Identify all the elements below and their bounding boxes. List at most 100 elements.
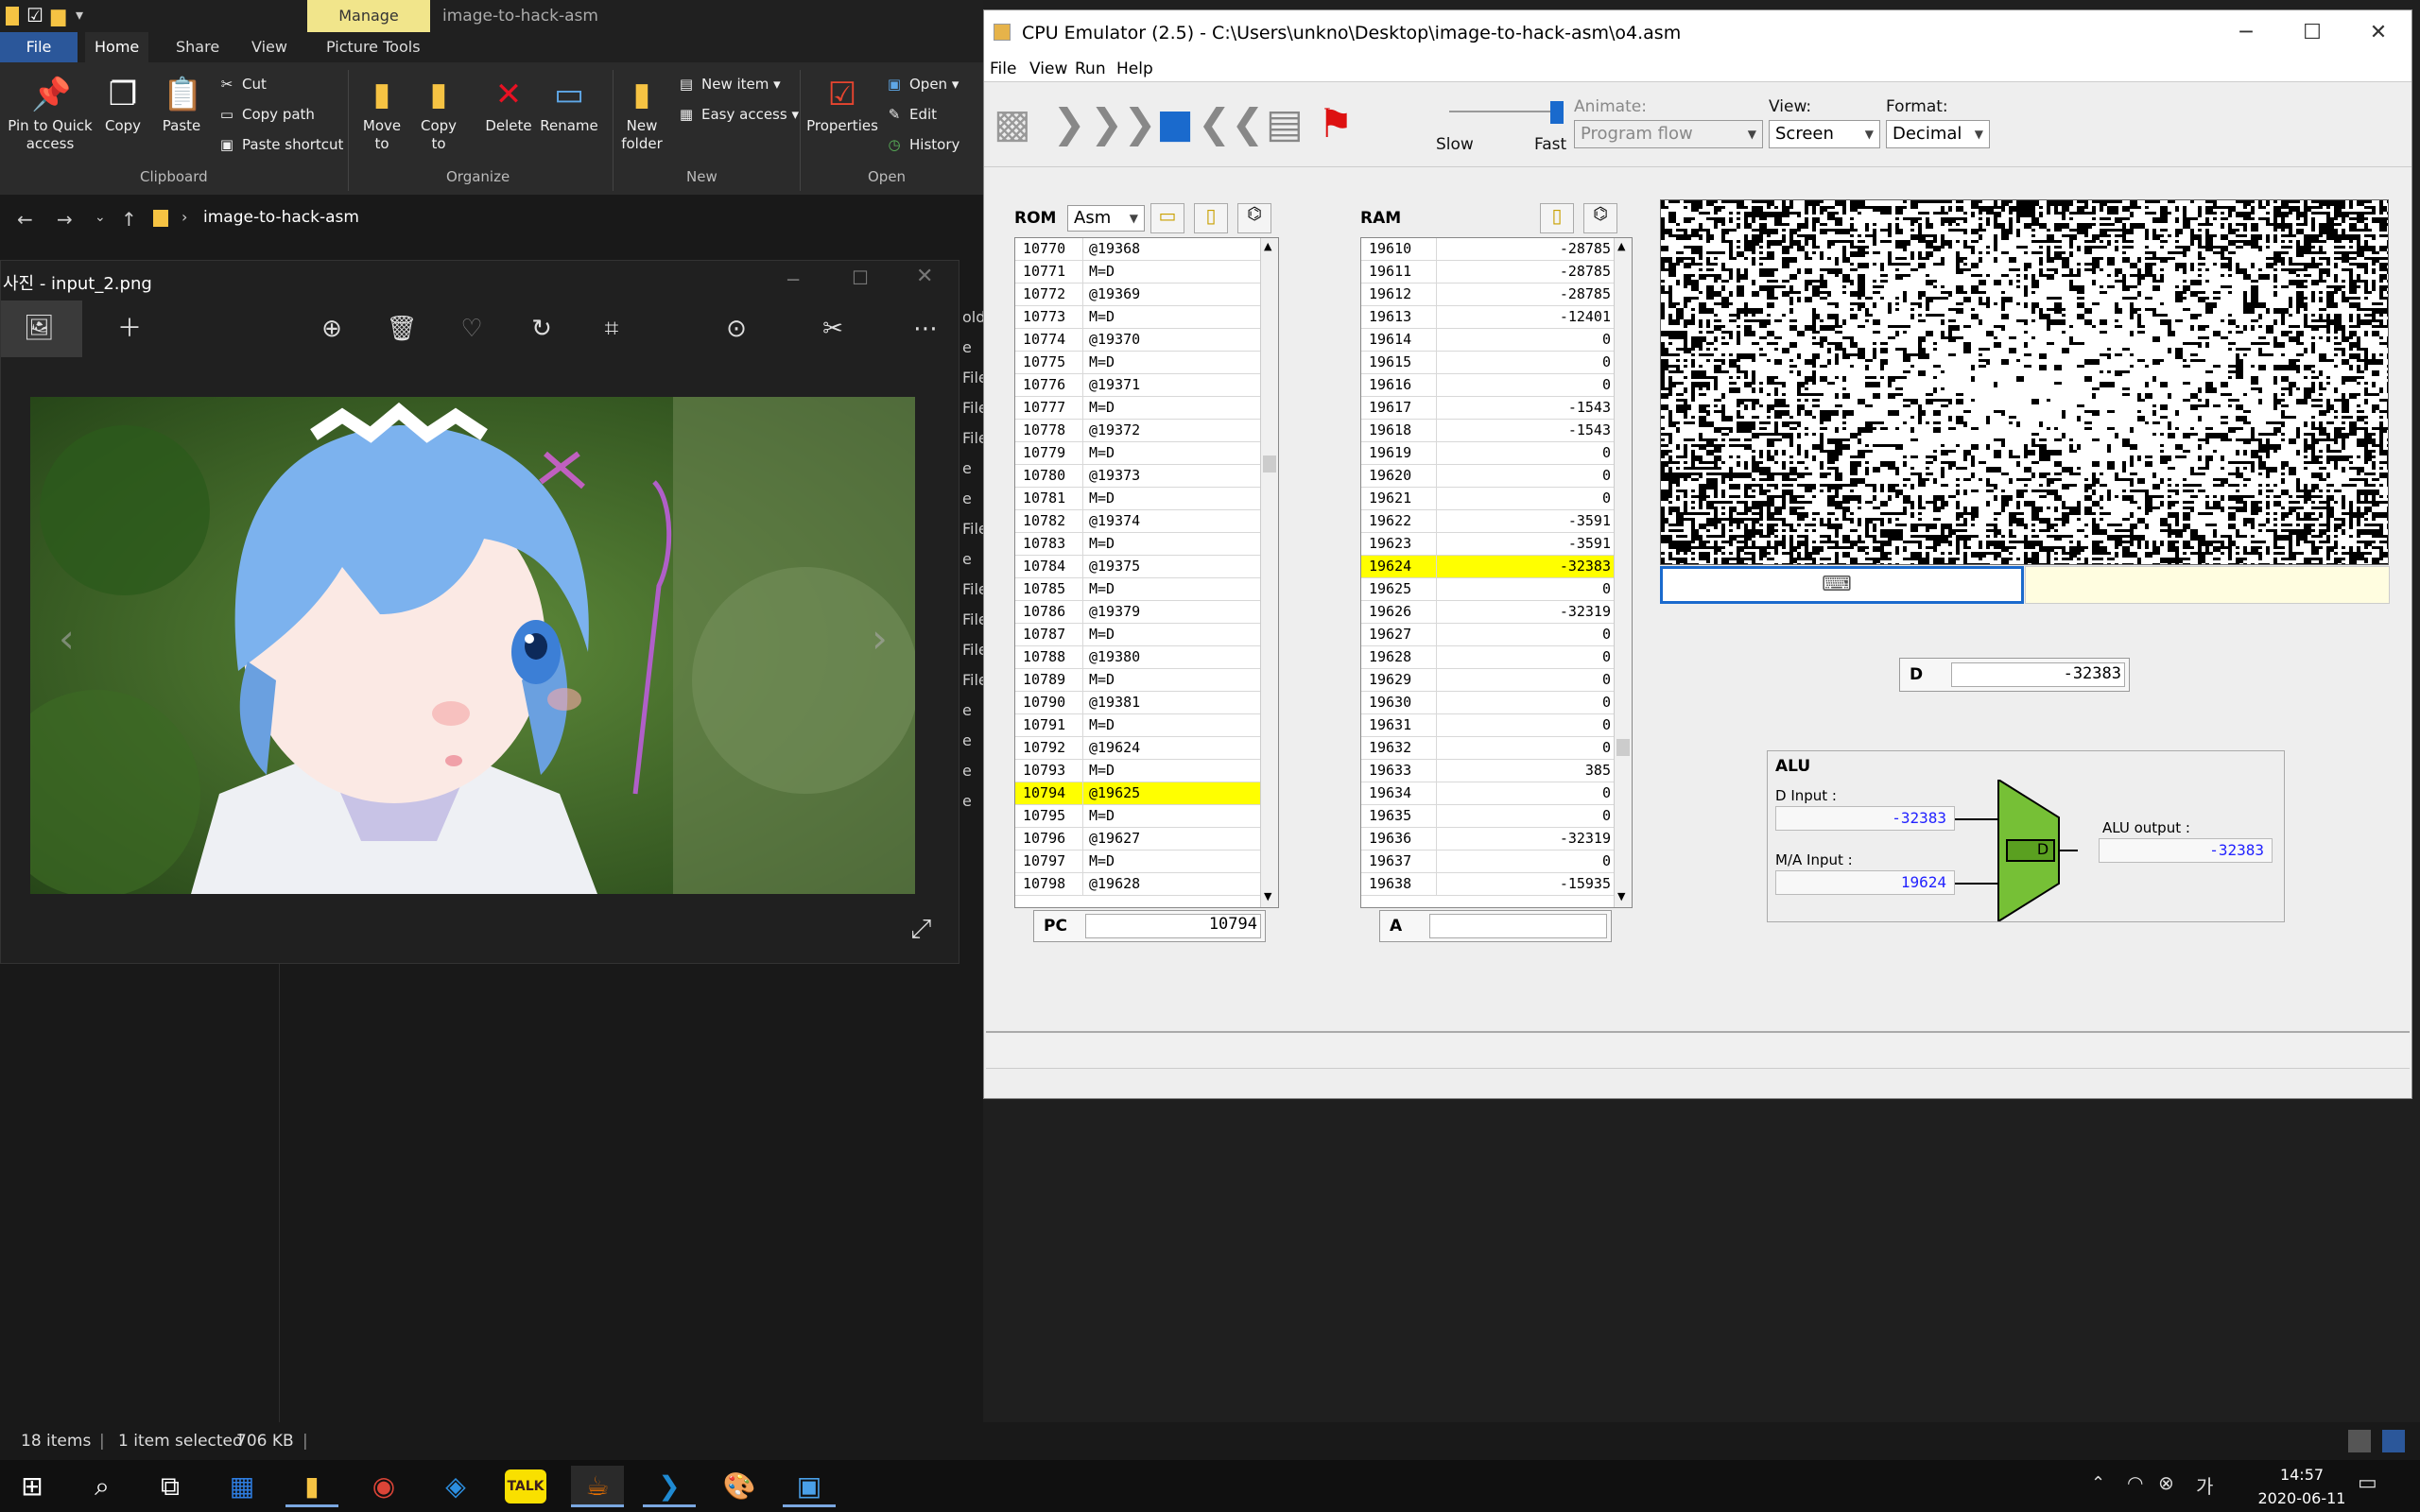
- rom-row[interactable]: 10783 M=D: [1015, 533, 1261, 556]
- rom-row[interactable]: 10788 @19380: [1015, 646, 1261, 669]
- rom-row[interactable]: 10787 M=D: [1015, 624, 1261, 646]
- file-list-item-fragment[interactable]: File: [962, 393, 988, 423]
- rom-row[interactable]: 10784 @19375: [1015, 556, 1261, 578]
- rom-row[interactable]: 10780 @19373: [1015, 465, 1261, 488]
- ram-row[interactable]: 19638 -15935: [1361, 873, 1615, 896]
- rom-row[interactable]: 10792 @19624: [1015, 737, 1261, 760]
- copy-path-button[interactable]: ▭ Copy path: [217, 106, 315, 123]
- rom-row[interactable]: 10774 @19370: [1015, 329, 1261, 352]
- rom-row[interactable]: 10785 M=D: [1015, 578, 1261, 601]
- rom-row[interactable]: 10772 @19369: [1015, 284, 1261, 306]
- file-list-item-fragment[interactable]: File: [962, 514, 988, 544]
- new-item-button[interactable]: ▤ New item ▾: [677, 76, 781, 93]
- rom-row[interactable]: 10798 @19628: [1015, 873, 1261, 896]
- script-icon[interactable]: ▤: [1260, 99, 1309, 148]
- file-list-item-fragment[interactable]: File: [962, 423, 988, 454]
- rom-row[interactable]: 10782 @19374: [1015, 510, 1261, 533]
- rom-row[interactable]: 10786 @19379: [1015, 601, 1261, 624]
- rom-row[interactable]: 10770 @19368: [1015, 238, 1261, 261]
- pin-quick-access-button[interactable]: 📌 Pin to Quick access: [8, 76, 93, 153]
- single-step-icon[interactable]: ❯: [1045, 99, 1094, 148]
- ram-row[interactable]: 19635 0: [1361, 805, 1615, 828]
- java-app-icon[interactable]: ☕: [571, 1466, 624, 1507]
- ram-row[interactable]: 19624 -32383: [1361, 556, 1615, 578]
- tab-home[interactable]: Home: [85, 32, 149, 62]
- menu-help[interactable]: Help: [1116, 60, 1153, 78]
- maximize-icon[interactable]: ☐: [852, 266, 869, 289]
- load-file-folder-icon[interactable]: ▭: [1150, 203, 1184, 233]
- close-icon[interactable]: ✕: [916, 265, 933, 288]
- ram-row[interactable]: 19620 0: [1361, 465, 1615, 488]
- file-list-item-fragment[interactable]: File: [962, 363, 988, 393]
- file-list-item-fragment[interactable]: e: [962, 333, 983, 363]
- calendar-app-icon[interactable]: ▦: [216, 1466, 268, 1507]
- ram-row[interactable]: 19631 0: [1361, 714, 1615, 737]
- ram-row[interactable]: 19616 0: [1361, 374, 1615, 397]
- start-windows-icon[interactable]: ⊞: [6, 1466, 59, 1507]
- ram-row[interactable]: 19614 0: [1361, 329, 1615, 352]
- volume-muted-icon[interactable]: ⊗: [2158, 1471, 2174, 1494]
- search-icon[interactable]: ⌕: [76, 1466, 129, 1507]
- properties-button[interactable]: ☑ Properties: [805, 76, 879, 135]
- rom-row[interactable]: 10794 @19625: [1015, 782, 1261, 805]
- file-list-item-fragment[interactable]: e: [962, 454, 983, 484]
- paste-shortcut-button[interactable]: ▣ Paste shortcut: [217, 136, 344, 153]
- file-list-item-fragment[interactable]: e: [962, 696, 983, 726]
- menu-view[interactable]: View: [1029, 60, 1067, 78]
- ram-scrollbar[interactable]: ▲ ▼: [1614, 238, 1632, 907]
- zoom-icon[interactable]: ⊕: [315, 312, 349, 346]
- copy-button[interactable]: ❐ Copy: [98, 76, 147, 135]
- rename-button[interactable]: ▭ Rename: [539, 76, 599, 135]
- history-button[interactable]: ◷ History: [885, 136, 959, 153]
- rom-row[interactable]: 10773 M=D: [1015, 306, 1261, 329]
- checkbox-quick-icon[interactable]: ☑: [26, 4, 43, 26]
- ime-icon[interactable]: 가: [2196, 1471, 2213, 1499]
- animate-select[interactable]: Program flow ▼: [1574, 120, 1763, 148]
- details-view-icon[interactable]: [2348, 1430, 2371, 1452]
- new-folder-button[interactable]: ▮ New folder: [616, 76, 667, 153]
- task-view-icon[interactable]: ⧉: [144, 1466, 197, 1507]
- scroll-up-icon[interactable]: ▲: [1617, 240, 1625, 252]
- menu-run[interactable]: Run: [1075, 60, 1106, 78]
- ram-row[interactable]: 19637 0: [1361, 850, 1615, 873]
- stop-icon[interactable]: ■: [1150, 99, 1200, 148]
- enhance-icon[interactable]: ⊙: [719, 312, 753, 346]
- rom-row[interactable]: 10796 @19627: [1015, 828, 1261, 850]
- file-list-item-fragment[interactable]: File: [962, 605, 988, 635]
- delete-icon[interactable]: 🗑: [385, 312, 419, 346]
- rom-table[interactable]: 10770 @19368 10771 M=D 10772 @19369 10773 M=D 10…: [1014, 237, 1279, 908]
- search-binoculars-icon[interactable]: ⌬: [1583, 203, 1617, 233]
- add-icon[interactable]: ＋: [112, 312, 147, 346]
- ram-row[interactable]: 19630 0: [1361, 692, 1615, 714]
- ram-row[interactable]: 19636 -32319: [1361, 828, 1615, 850]
- file-list-item-fragment[interactable]: e: [962, 726, 983, 756]
- file-list-item-fragment[interactable]: e: [962, 484, 983, 514]
- file-list-item-fragment[interactable]: e: [962, 544, 983, 575]
- manage-tab[interactable]: Manage: [307, 0, 430, 32]
- app-diamond-icon[interactable]: ◈: [429, 1466, 482, 1507]
- rom-row[interactable]: 10795 M=D: [1015, 805, 1261, 828]
- view-select[interactable]: Screen ▼: [1769, 120, 1880, 148]
- close-icon[interactable]: ✕: [2345, 10, 2411, 56]
- copy-to-button[interactable]: ▮ Copy to: [414, 76, 463, 153]
- rom-row[interactable]: 10776 @19371: [1015, 374, 1261, 397]
- rom-row[interactable]: 10771 M=D: [1015, 261, 1261, 284]
- cut-button[interactable]: ✂ Cut: [217, 76, 267, 93]
- ram-row[interactable]: 19627 0: [1361, 624, 1615, 646]
- clear-ram-icon[interactable]: ▯: [1540, 203, 1574, 233]
- notification-icon[interactable]: ▭: [2358, 1471, 2377, 1495]
- ram-table[interactable]: 19610 -28785 19611 -28785 19612 -28785 19613 -1…: [1360, 237, 1633, 908]
- rom-row[interactable]: 10791 M=D: [1015, 714, 1261, 737]
- ram-row[interactable]: 19618 -1543: [1361, 420, 1615, 442]
- recent-dropdown-icon[interactable]: ⌄: [95, 210, 106, 225]
- run-icon[interactable]: ❯❯: [1090, 99, 1156, 148]
- delete-button[interactable]: ✕ Delete: [482, 76, 535, 135]
- tray-chevron-up-icon[interactable]: ⌃: [2091, 1473, 2105, 1493]
- rom-row[interactable]: 10778 @19372: [1015, 420, 1261, 442]
- crop-icon[interactable]: ⌗: [595, 312, 629, 346]
- scroll-down-icon[interactable]: ▼: [1264, 890, 1271, 902]
- reset-icon[interactable]: ❮❮: [1198, 99, 1264, 148]
- ram-row[interactable]: 19632 0: [1361, 737, 1615, 760]
- edit-create-icon[interactable]: ✂: [816, 312, 850, 346]
- maximize-icon[interactable]: ☐: [2279, 10, 2345, 56]
